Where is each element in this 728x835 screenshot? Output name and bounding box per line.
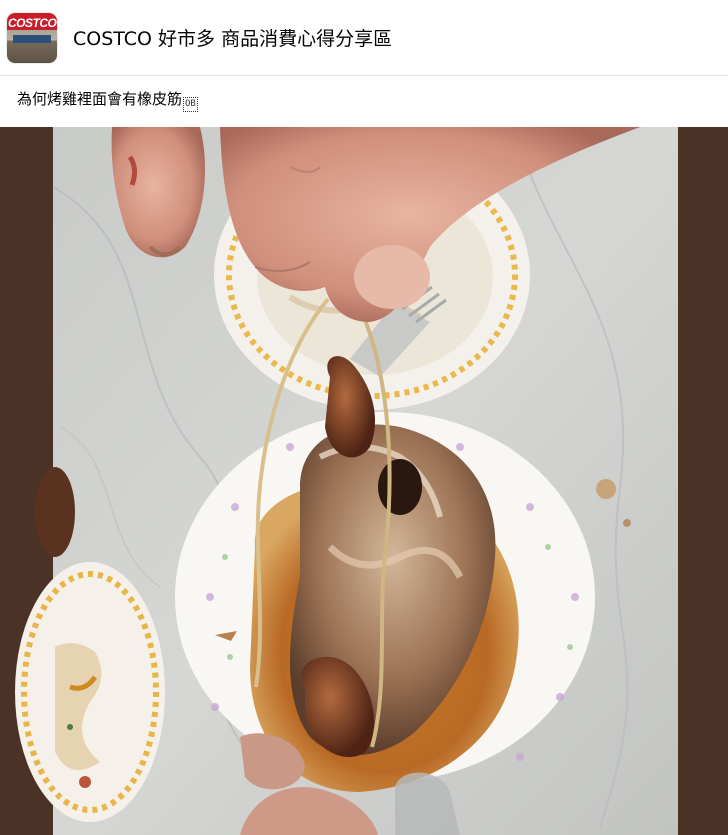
group-header: COSTCO COSTCO 好市多 商品消費心得分享區 [0,0,728,76]
post-caption-text: 為何烤雞裡面會有橡皮筋 [17,90,183,108]
chicken-cavity [378,459,422,515]
post-caption: 為何烤雞裡面會有橡皮筋 OB [17,88,198,112]
costco-logo-text: COSTCO [8,16,57,30]
unsupported-emoji-glyph: OB [183,97,198,112]
group-name-link[interactable]: COSTCO 好市多 商品消費心得分享區 [73,24,392,51]
post-photo-image [15,127,678,835]
group-avatar[interactable]: COSTCO [7,13,57,63]
post-view: COSTCO COSTCO 好市多 商品消費心得分享區 為何烤雞裡面會有橡皮筋 O… [0,0,728,835]
post-photo[interactable] [0,127,728,835]
store-facade-graphic [13,35,51,43]
